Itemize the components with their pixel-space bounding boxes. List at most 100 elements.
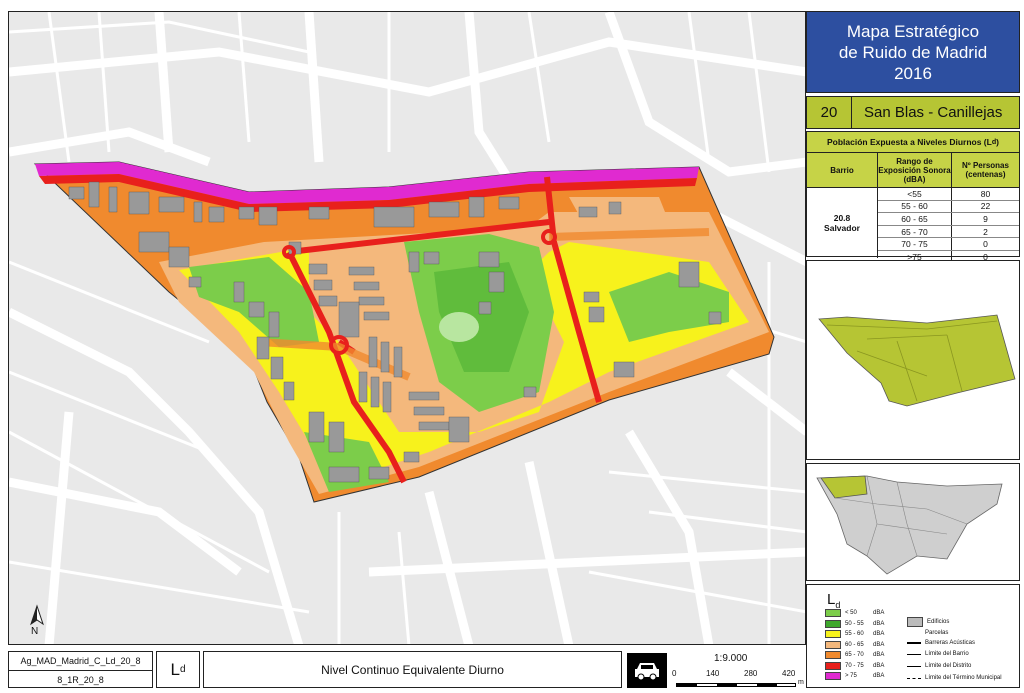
- legend-unit: dBA: [873, 641, 885, 648]
- traffic-source-box: [627, 653, 667, 688]
- legend-swatch: [825, 609, 841, 617]
- scale-ratio: 1:9.000: [714, 653, 748, 664]
- legend-label: 55 - 60: [845, 631, 864, 637]
- barrio-code: 20.8: [833, 213, 851, 223]
- table-row: 70 - 75 0: [878, 238, 1019, 251]
- legend-label: 50 - 55: [845, 620, 864, 627]
- table-row: 65 - 70 2: [878, 225, 1019, 239]
- building-symbol: [907, 617, 923, 627]
- legend-symbol-label: Límite del Barrio: [925, 651, 969, 657]
- district-header: 20 San Blas - Canillejas: [806, 96, 1020, 129]
- scale-bar-graphic: [676, 683, 796, 687]
- range-cell: <55: [878, 188, 952, 200]
- district-locator-map: [806, 463, 1020, 581]
- map-title-box: Mapa Estratégico de Ruido de Madrid 2016: [806, 11, 1020, 93]
- legend-unit: dBA: [873, 673, 885, 679]
- legend-label: 60 - 65: [845, 641, 864, 648]
- range-cell: 70 - 75: [878, 238, 952, 250]
- scale-segment: [757, 684, 777, 686]
- park-open-area: [439, 312, 479, 342]
- legend-unit: dBA: [873, 662, 885, 669]
- legend-symbol-buildings: Edificios: [907, 617, 949, 627]
- legend-label: > 75: [845, 673, 857, 679]
- indicator-box: Ld: [156, 651, 200, 688]
- map-code-box: Ag_MAD_Madrid_C_Ld_20_8 8_1R_20_8: [8, 651, 153, 688]
- legend-label: 65 - 70: [845, 652, 864, 658]
- legend-item: < 50 dBA: [825, 609, 884, 617]
- legend-title: Ld: [827, 591, 840, 610]
- legend-swatch: [825, 672, 841, 680]
- north-label: N: [31, 626, 39, 637]
- legend-item: 50 - 55 dBA: [825, 619, 884, 628]
- barrio-limit-symbol: [907, 653, 921, 655]
- table-row: 60 - 65 9: [878, 213, 1019, 226]
- table-body: 20.8 Salvador <55 80 55 - 60 22 60 - 65 9 65…: [807, 188, 1019, 263]
- table-column-headers: Barrio Rango de Exposición Sonora (dBA) …: [807, 153, 1019, 188]
- title-line-3: 2016: [894, 63, 932, 83]
- table-title-end: ): [996, 137, 1000, 147]
- district-limit-symbol: [907, 665, 921, 667]
- legend-label: 70 - 75: [845, 662, 864, 669]
- legend-swatch: [825, 640, 841, 649]
- barrio-locator-map: [806, 260, 1020, 460]
- legend-item: 70 - 75 dBA: [825, 661, 884, 670]
- legend-unit: dBA: [873, 620, 885, 627]
- legend-symbol-label: Barreras Acústicas: [925, 640, 976, 646]
- column-personas: Nº Personas (centenas): [962, 161, 1009, 179]
- scale-tick-1: 140: [706, 669, 720, 678]
- scale-unit: m: [798, 679, 804, 686]
- exposure-table: Población Expuesta a Niveles Diurnos (L d…: [806, 131, 1020, 263]
- legend-symbol-label: Edificios: [927, 619, 950, 625]
- legend-symbol-label: Parcelas: [925, 630, 949, 636]
- legend-symbol-label: Límite del Término Municipal: [925, 675, 1002, 681]
- table-rows: <55 80 55 - 60 22 60 - 65 9 65 - 70 2 70 - 7…: [878, 188, 1019, 263]
- legend-symbol-barriers: Barreras Acústicas: [907, 640, 975, 646]
- barrio-cell: 20.8 Salvador: [807, 188, 878, 258]
- legend-swatch: [825, 630, 841, 638]
- legend-label: < 50: [845, 610, 857, 616]
- column-rango: Rango de Exposición Sonora (dBA): [878, 153, 952, 187]
- map-code-2: 8_1R_20_8: [57, 675, 104, 685]
- table-row: 55 - 60 22: [878, 200, 1019, 214]
- legend-unit: dBA: [873, 631, 885, 637]
- legend-unit: dBA: [873, 610, 885, 616]
- legend-symbol-parcels: Parcelas: [907, 630, 948, 636]
- title-line-2: de Ruido de Madrid: [838, 42, 988, 62]
- indicator-description: Nivel Continuo Equivalente Diurno: [203, 651, 622, 688]
- legend: Ld < 50 dBA 50 - 55 dBA 55 - 60 dBA 60 - 65 dBA…: [806, 584, 1020, 688]
- north-arrow: N: [25, 604, 55, 644]
- map-code-1: Ag_MAD_Madrid_C_Ld_20_8: [9, 652, 152, 671]
- indicator-main: L: [170, 659, 180, 679]
- legend-symbol-district-limit: Límite del Distrito: [907, 663, 971, 669]
- legend-unit: dBA: [873, 652, 885, 658]
- legend-symbol-municipal-limit: Límite del Término Municipal: [907, 675, 1002, 681]
- legend-swatch: [825, 619, 841, 628]
- legend-item: > 75 dBA: [825, 672, 884, 680]
- barrio-name: Salvador: [824, 223, 860, 233]
- district-number: 20: [807, 97, 852, 128]
- barrier-symbol: [907, 642, 921, 644]
- legend-item: 65 - 70 dBA: [825, 651, 884, 659]
- legend-swatch: [825, 651, 841, 659]
- legend-symbol-label: Límite del Distrito: [925, 663, 972, 669]
- range-cell: 65 - 70: [878, 225, 952, 238]
- column-barrio: Barrio: [807, 153, 878, 187]
- people-cell: 80: [980, 188, 991, 199]
- noise-map[interactable]: N: [8, 11, 806, 645]
- legend-swatch: [825, 661, 841, 670]
- table-row: <55 80: [878, 188, 1019, 201]
- car-icon: [635, 662, 659, 680]
- table-title-text: Población Expuesta a Niveles Diurnos (L: [826, 137, 992, 147]
- municipal-limit-symbol: [907, 677, 921, 679]
- scale-segment: [677, 684, 697, 686]
- range-cell: 55 - 60: [878, 200, 952, 213]
- district-name: San Blas - Canillejas: [864, 104, 1003, 121]
- people-cell: 0: [983, 239, 988, 250]
- scale-bar: 1:9.000 0 140 280 420 m: [670, 652, 806, 692]
- scale-segment: [717, 684, 737, 686]
- scale-tick-3: 420: [782, 669, 796, 678]
- description-text: Nivel Continuo Equivalente Diurno: [321, 662, 504, 677]
- legend-symbol-barrio-limit: Límite del Barrio: [907, 651, 969, 657]
- legend-item: 60 - 65 dBA: [825, 640, 884, 649]
- legend-item: 55 - 60 dBA: [825, 630, 884, 638]
